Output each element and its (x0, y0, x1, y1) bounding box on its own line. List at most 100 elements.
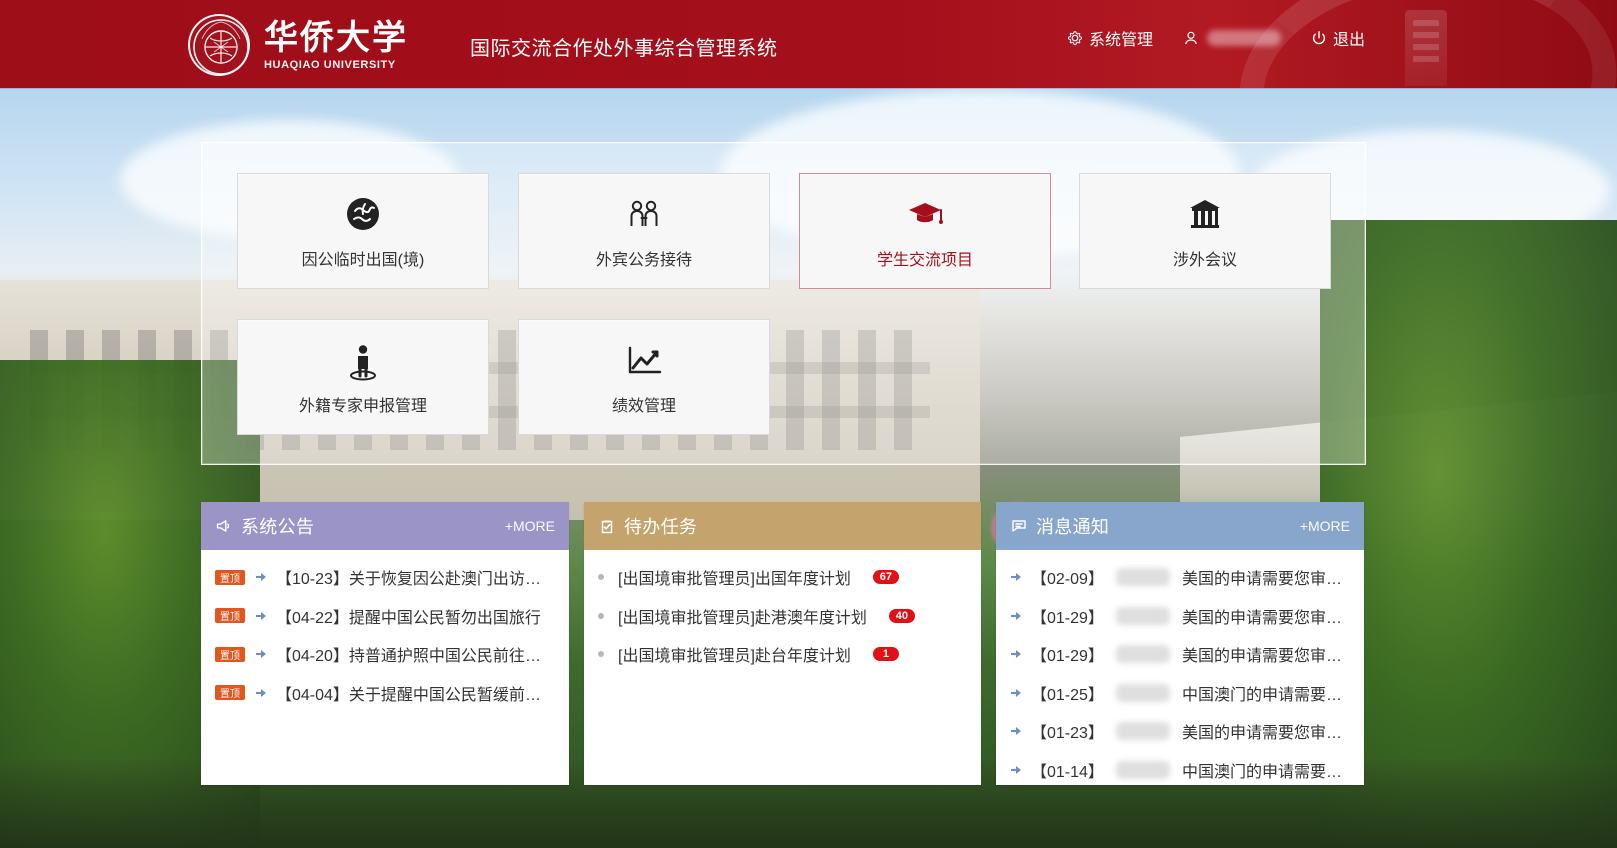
arrow-right-icon (1011, 726, 1021, 736)
list-item[interactable]: 【01-23】 美国的申请需要您审批。 (1010, 712, 1350, 751)
announcements-header: 系统公告 +MORE (201, 502, 569, 550)
todo-count-badge: 1 (872, 647, 899, 662)
user-menu[interactable] (1183, 30, 1281, 46)
tile-student-exchange[interactable]: 学生交流项目 (799, 173, 1051, 289)
list-item[interactable]: 置顶 【10-23】关于恢复因公赴澳门出访申… (215, 558, 555, 597)
announcement-text: 【10-23】关于恢复因公赴澳门出访申… (276, 571, 555, 589)
message-text: 中国澳门的申请需要您审… (1181, 763, 1350, 781)
line-chart-icon (628, 346, 662, 374)
university-name-cn: 华侨大学 (264, 18, 408, 58)
globe-icon (347, 198, 379, 230)
tile-official-abroad[interactable]: 因公临时出国(境) (237, 173, 489, 289)
arrow-right-icon (256, 649, 266, 659)
todo-header: 待办任务 (584, 502, 981, 550)
power-icon (1312, 31, 1326, 45)
arrow-right-icon (1011, 611, 1021, 621)
tile-foreign-expert-application[interactable]: 外籍专家申报管理 (237, 319, 489, 435)
announcement-text: 【04-22】提醒中国公民暂勿出国旅行 (276, 609, 541, 627)
arrow-right-icon (256, 611, 266, 621)
arrow-right-icon (1011, 572, 1021, 582)
message-text: 中国澳门的申请需要您审批。 (1181, 686, 1350, 704)
megaphone-icon (216, 520, 230, 532)
messages-list: 【02-09】 美国的申请需要您审批。 【01-29】 美国的申请需要您审批。 … (996, 550, 1364, 785)
list-item[interactable]: 【01-14】 中国澳门的申请需要您审… (1010, 751, 1350, 786)
announcements-title-text: 系统公告 (241, 517, 315, 537)
pinned-badge: 置顶 (215, 569, 245, 585)
header-actions: 系统管理 退出 (1067, 26, 1365, 50)
top-header: 华侨大学 HUAQIAO UNIVERSITY 国际交流合作处外事综合管理系统 … (0, 0, 1617, 88)
redacted-name (1115, 760, 1170, 779)
message-text: 美国的申请需要您审批。 (1181, 725, 1350, 743)
announcements-list: 置顶 【10-23】关于恢复因公赴澳门出访申… 置顶 【04-22】提醒中国公民… (201, 550, 569, 712)
system-manage-button[interactable]: 系统管理 (1067, 26, 1153, 50)
tile-foreign-meeting[interactable]: 涉外会议 (1079, 173, 1331, 289)
redacted-name (1115, 683, 1170, 702)
message-date: 【01-29】 (1031, 648, 1104, 666)
list-item[interactable]: [出国境审批管理员]赴台年度计划 1 (598, 635, 967, 674)
header-tower-decoration (1405, 10, 1447, 86)
list-item[interactable]: 置顶 【04-04】关于提醒中国公民暂缓前往… (215, 674, 555, 713)
tile-label: 学生交流项目 (876, 252, 973, 269)
tile-label: 涉外会议 (1172, 252, 1237, 269)
widget-todo: 待办任务 [出国境审批管理员]出国年度计划 67 [出国境审批管理员]赴港澳年度… (584, 502, 981, 785)
arrow-right-icon (1011, 649, 1021, 659)
todo-text: [出国境审批管理员]出国年度计划 (618, 571, 851, 589)
logout-button[interactable]: 退出 (1311, 26, 1365, 50)
message-date: 【02-09】 (1031, 571, 1104, 589)
tile-performance-management[interactable]: 绩效管理 (518, 319, 770, 435)
messages-title-text: 消息通知 (1036, 517, 1110, 537)
message-date: 【01-14】 (1031, 763, 1104, 781)
message-date: 【01-29】 (1031, 609, 1104, 627)
message-text: 美国的申请需要您审批。 (1181, 609, 1350, 627)
bullet-dot-icon (598, 612, 604, 619)
list-item[interactable]: 置顶 【04-20】持普通护照中国公民前往有… (215, 635, 555, 674)
university-logo[interactable]: 华侨大学 HUAQIAO UNIVERSITY (188, 14, 418, 76)
announcements-more-link[interactable]: +MORE (505, 518, 555, 534)
message-text: 美国的申请需要您审批。 (1181, 571, 1350, 589)
messages-header: 消息通知 +MORE (996, 502, 1364, 550)
tile-label: 外宾公务接待 (595, 252, 692, 269)
todo-text: [出国境审批管理员]赴港澳年度计划 (618, 609, 867, 627)
list-item[interactable]: [出国境审批管理员]赴港澳年度计划 40 (598, 597, 967, 636)
clipboard-check-icon (601, 520, 613, 534)
user-name-redacted (1206, 30, 1281, 46)
tile-label: 绩效管理 (611, 398, 676, 415)
announcement-text: 【04-04】关于提醒中国公民暂缓前往… (276, 686, 555, 704)
pinned-badge: 置顶 (215, 685, 245, 701)
message-date: 【01-23】 (1031, 725, 1104, 743)
message-date: 【01-25】 (1031, 686, 1104, 704)
list-item[interactable]: 【02-09】 美国的申请需要您审批。 (1010, 558, 1350, 597)
arrow-right-icon (256, 572, 266, 582)
messages-title: 消息通知 (1010, 513, 1109, 539)
todo-list: [出国境审批管理员]出国年度计划 67 [出国境审批管理员]赴港澳年度计划 40… (584, 550, 981, 674)
bullet-dot-icon (598, 651, 604, 658)
todo-title: 待办任务 (598, 513, 697, 539)
tile-label: 外籍专家申报管理 (298, 398, 427, 415)
messages-more-link[interactable]: +MORE (1300, 518, 1350, 534)
bank-icon (1190, 200, 1220, 228)
seal-graphic (193, 19, 249, 75)
university-seal-icon (188, 14, 250, 76)
bullet-dot-icon (598, 574, 604, 581)
module-panel: 因公临时出国(境) 外宾公务接待 学生交流项目 涉外会议 外籍专家申报管理 绩效… (201, 142, 1366, 465)
system-title: 国际交流合作处外事综合管理系统 (470, 38, 778, 60)
list-item[interactable]: [出国境审批管理员]出国年度计划 67 (598, 558, 967, 597)
redacted-name (1115, 606, 1170, 625)
announcements-title: 系统公告 (215, 513, 314, 539)
list-item[interactable]: 【01-29】 美国的申请需要您审批。 (1010, 635, 1350, 674)
list-item[interactable]: 【01-25】 中国澳门的申请需要您审批。 (1010, 674, 1350, 713)
user-icon (1185, 31, 1197, 45)
list-item[interactable]: 置顶 【04-22】提醒中国公民暂勿出国旅行 (215, 597, 555, 636)
arrow-right-icon (1011, 688, 1021, 698)
arrow-right-icon (1011, 765, 1021, 775)
redacted-name (1115, 568, 1170, 587)
tile-foreign-guest-reception[interactable]: 外宾公务接待 (518, 173, 770, 289)
list-item[interactable]: 【01-29】 美国的申请需要您审批。 (1010, 597, 1350, 636)
todo-title-text: 待办任务 (624, 517, 698, 537)
message-text: 美国的申请需要您审批。 (1181, 648, 1350, 666)
gear-icon (1067, 31, 1082, 46)
system-manage-label: 系统管理 (1088, 32, 1153, 49)
logout-label: 退出 (1332, 32, 1365, 49)
announcement-text: 【04-20】持普通护照中国公民前往有… (276, 648, 555, 666)
pinned-badge: 置顶 (215, 608, 245, 624)
